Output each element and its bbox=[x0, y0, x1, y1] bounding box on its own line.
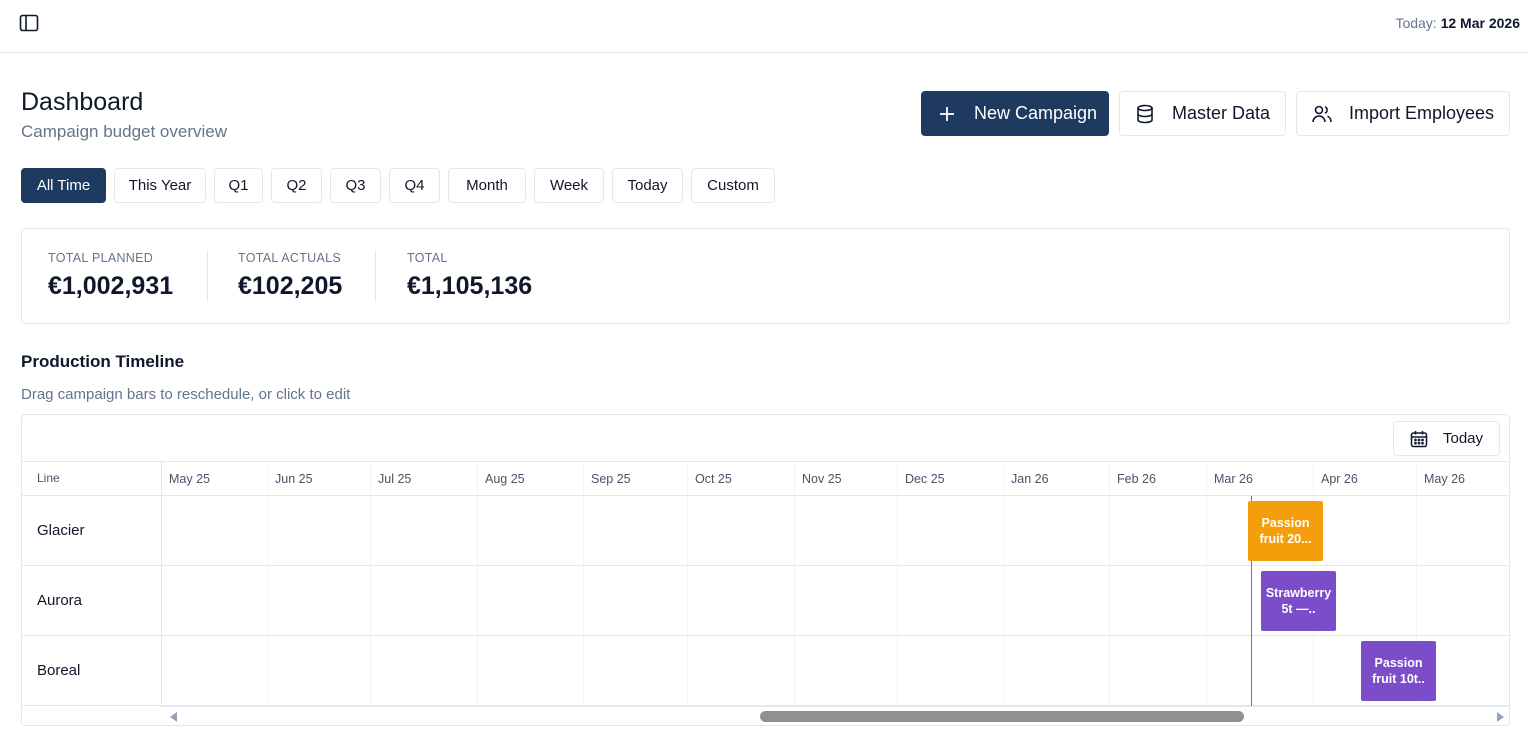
month-label: Sep 25 bbox=[591, 472, 631, 486]
page-title: Dashboard bbox=[21, 88, 144, 116]
totals-card: TOTAL PLANNED €1,002,931 TOTAL ACTUALS €… bbox=[21, 228, 1510, 324]
today-indicator: Today: 12 Mar 2026 bbox=[1395, 15, 1520, 31]
month-label: Oct 25 bbox=[695, 472, 732, 486]
month-label: Nov 25 bbox=[802, 472, 842, 486]
production-timeline: Today Line May 25 Jun 25 Jul 25 Aug 25 S… bbox=[21, 414, 1510, 726]
filter-q1[interactable]: Q1 bbox=[214, 168, 263, 203]
total-actuals-value: €102,205 bbox=[238, 272, 343, 300]
page-subtitle: Campaign budget overview bbox=[21, 122, 228, 141]
today-prefix: Today: bbox=[1395, 15, 1437, 31]
timeline-title: Production Timeline bbox=[21, 352, 185, 371]
database-icon bbox=[1135, 104, 1155, 124]
top-bar: Today: 12 Mar 2026 bbox=[0, 0, 1528, 53]
month-label: Jun 25 bbox=[275, 472, 313, 486]
import-employees-label: Import Employees bbox=[1349, 103, 1495, 123]
month-label: May 26 bbox=[1424, 472, 1465, 486]
total-planned-value: €1,002,931 bbox=[48, 272, 174, 300]
filter-custom[interactable]: Custom bbox=[691, 168, 775, 203]
sidebar-toggle-icon[interactable] bbox=[19, 13, 39, 33]
today-date: 12 Mar 2026 bbox=[1440, 15, 1520, 31]
month-label: May 25 bbox=[169, 472, 210, 486]
total-actuals-stat: TOTAL ACTUALS €102,205 bbox=[238, 251, 342, 301]
master-data-label: Master Data bbox=[1172, 103, 1271, 123]
filter-all-time[interactable]: All Time bbox=[21, 168, 106, 203]
row-label: Glacier bbox=[37, 522, 85, 539]
horizontal-scrollbar[interactable] bbox=[162, 706, 1509, 725]
timeline-header: Line May 25 Jun 25 Jul 25 Aug 25 Sep 25 … bbox=[22, 461, 1509, 496]
stat-divider bbox=[375, 250, 376, 302]
line-column-header: Line bbox=[37, 471, 60, 485]
row-label: Boreal bbox=[37, 662, 81, 679]
total-stat: TOTAL €1,105,136 bbox=[407, 251, 532, 301]
plus-icon bbox=[937, 104, 957, 124]
filter-this-year[interactable]: This Year bbox=[114, 168, 206, 203]
timeline-today-label: Today bbox=[1443, 430, 1484, 447]
total-actuals-label: TOTAL ACTUALS bbox=[238, 251, 342, 265]
total-planned-stat: TOTAL PLANNED €1,002,931 bbox=[48, 251, 173, 301]
timeline-today-button[interactable]: Today bbox=[1393, 421, 1500, 456]
period-filters: All Time This Year Q1 Q2 Q3 Q4 Month Wee… bbox=[21, 168, 775, 203]
import-employees-button[interactable]: Import Employees bbox=[1296, 91, 1510, 136]
filter-month[interactable]: Month bbox=[448, 168, 526, 203]
month-label: Feb 26 bbox=[1117, 472, 1156, 486]
total-value: €1,105,136 bbox=[407, 272, 533, 300]
campaign-bar[interactable]: Strawberry 5t —.. bbox=[1261, 571, 1336, 631]
month-label: Jul 25 bbox=[378, 472, 412, 486]
scrollbar-thumb[interactable] bbox=[760, 711, 1244, 722]
calendar-icon bbox=[1410, 430, 1428, 448]
stat-divider bbox=[207, 250, 208, 302]
month-label: Jan 26 bbox=[1011, 472, 1049, 486]
scroll-right-arrow-icon[interactable] bbox=[1497, 712, 1504, 722]
total-label: TOTAL bbox=[407, 251, 448, 265]
timeline-subtitle: Drag campaign bars to reschedule, or cli… bbox=[21, 386, 351, 403]
new-campaign-button[interactable]: New Campaign bbox=[921, 91, 1109, 136]
filter-q2[interactable]: Q2 bbox=[271, 168, 322, 203]
scroll-left-arrow-icon[interactable] bbox=[170, 712, 177, 722]
campaign-bar[interactable]: Passion fruit 20... bbox=[1248, 501, 1323, 561]
users-icon bbox=[1312, 104, 1332, 124]
month-label: Aug 25 bbox=[485, 472, 525, 486]
timeline-row-boreal: Boreal bbox=[22, 636, 1509, 706]
filter-q4[interactable]: Q4 bbox=[389, 168, 440, 203]
filter-q3[interactable]: Q3 bbox=[330, 168, 381, 203]
new-campaign-label: New Campaign bbox=[974, 103, 1098, 123]
filter-today[interactable]: Today bbox=[612, 168, 683, 203]
month-label: Mar 26 bbox=[1214, 472, 1253, 486]
row-label: Aurora bbox=[37, 592, 83, 609]
month-label: Apr 26 bbox=[1321, 472, 1358, 486]
total-planned-label: TOTAL PLANNED bbox=[48, 251, 154, 265]
campaign-bar[interactable]: Passion fruit 10t.. bbox=[1361, 641, 1436, 701]
master-data-button[interactable]: Master Data bbox=[1119, 91, 1286, 136]
month-label: Dec 25 bbox=[905, 472, 945, 486]
filter-week[interactable]: Week bbox=[534, 168, 604, 203]
